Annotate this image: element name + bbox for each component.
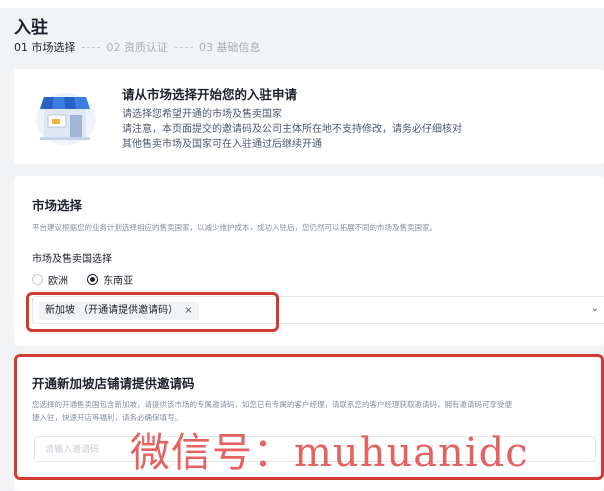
watermark-text: 微信号：muhuanidc [130,430,529,476]
radio-button-checked[interactable] [87,274,99,285]
intro-line: 其他售卖市场及国家可在入驻通过后继续开通 [122,139,322,150]
radio-europe[interactable]: 欧洲 [32,272,68,287]
storefront-icon [36,93,96,145]
market-section-title: 市场选择 [32,198,83,213]
step-divider [174,46,193,48]
radio-label: 欧洲 [48,276,68,287]
step-basic-info[interactable]: 03 基础信息 [199,39,261,55]
top-bar [0,0,604,8]
page-title: 入驻 [14,18,48,38]
step-market-selection[interactable]: 01 市场选择 [14,39,76,55]
highlight-box [26,292,279,332]
market-description: 平台建议根据您的业务计划选择相应的售卖国家，以减少维护成本，成功入驻后，您仍然可… [32,223,437,232]
radio-southeast-asia[interactable]: 东南亚 [87,272,133,287]
radio-label: 东南亚 [103,276,134,287]
intro-title: 请从市场选择开始您的入驻申请 [122,87,298,102]
market-radio-group: 欧洲 东南亚 [32,272,149,287]
steps-indicator: 01 市场选择 02 资质认证 03 基础信息 [14,39,261,55]
market-field-label: 市场及售卖国选择 [32,254,112,265]
radio-button[interactable] [32,274,43,285]
intro-line: 请注意，本页面提交的邀请码及公司主体所在地不支持修改，请务必仔细核对 [122,124,462,135]
intro-line: 请选择您希望开通的市场及售卖国家 [122,109,282,120]
chevron-down-icon[interactable]: ⌄ [591,303,599,314]
step-qualification[interactable]: 02 资质认证 [107,39,169,55]
step-divider [82,46,100,48]
intro-card: 请从市场选择开始您的入驻申请 请选择您希望开通的市场及售卖国家 请注意，本页面提… [14,69,604,164]
